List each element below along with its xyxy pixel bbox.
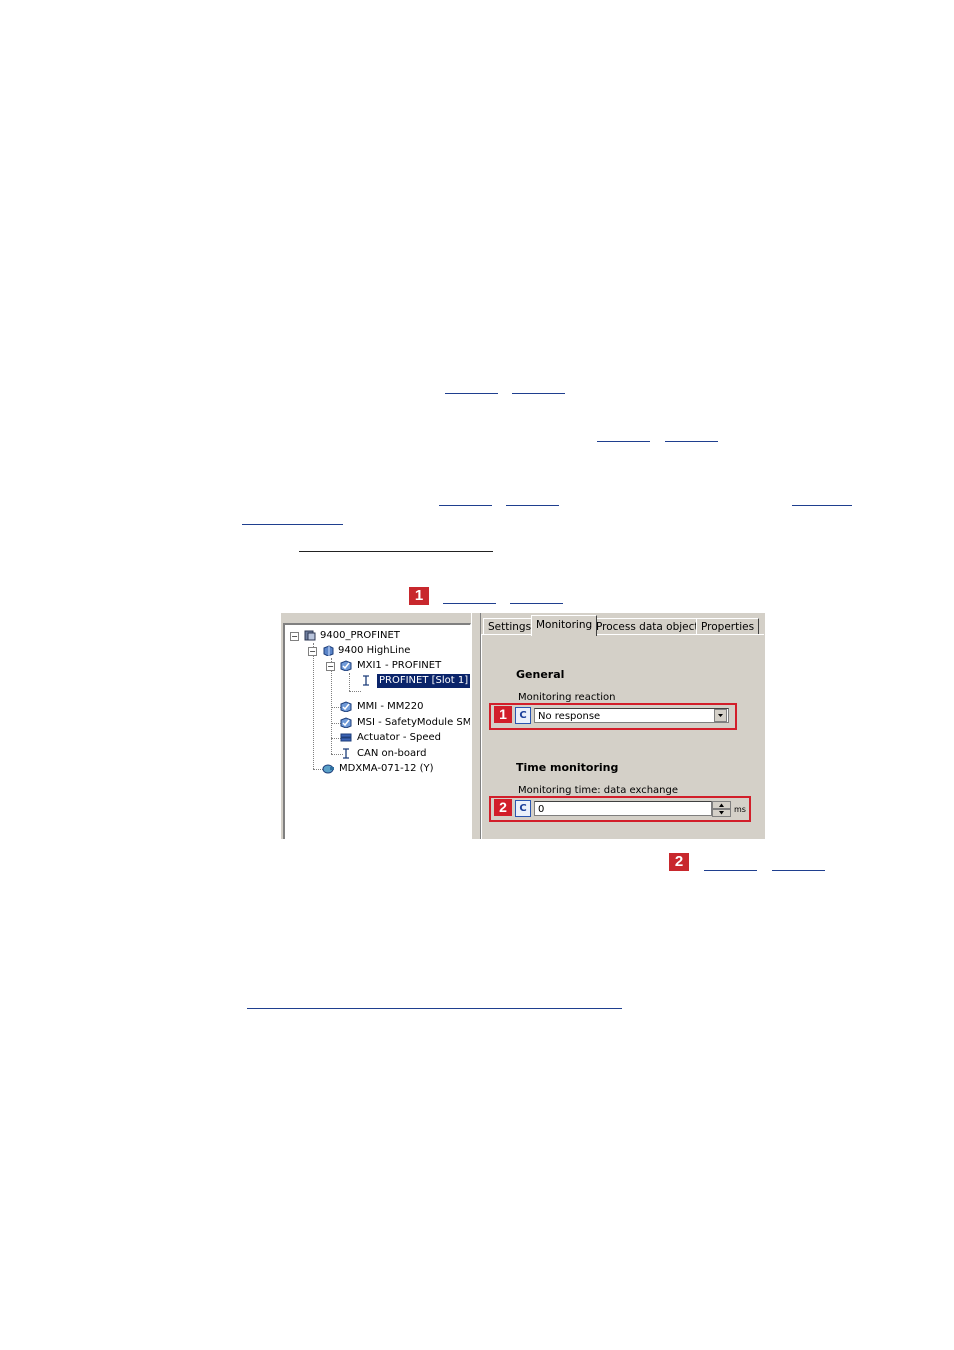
collapse-icon[interactable]: − [290,632,299,641]
tree-item-module[interactable]: PROFINET [Slot 1] [285,673,470,689]
frame-badge-2: 2 [494,799,512,816]
selected-tree-label: PROFINET [Slot 1] [375,673,470,689]
tree-item-motor[interactable]: MDXMA-071-12 (Y) [285,762,470,776]
link-underline[interactable] [242,524,343,525]
actuator-icon [340,733,352,742]
monitoring-time-input[interactable]: 0 [534,801,712,816]
link-underline[interactable] [704,870,757,871]
connector-icon [343,748,349,759]
time-monitoring-heading: Time monitoring [516,761,619,774]
tab-properties[interactable]: Properties [696,618,760,635]
project-tree[interactable]: − 9400_PROFINET − 9400 HighLine − MXI1 -… [283,623,471,839]
spin-down-button[interactable] [712,809,731,817]
module-check-icon [340,701,352,712]
arrow-down-icon [719,811,724,815]
monitoring-reaction-label: Monitoring reaction [518,692,616,703]
properties-pane: Settings Monitoring Process data objects… [480,613,765,839]
project-icon [304,630,316,641]
c-button[interactable]: C [515,707,531,724]
monitoring-reaction-select[interactable]: No response [534,708,729,723]
link-underline[interactable] [510,603,563,604]
tab-process-data-objects[interactable]: Process data objects [591,618,709,635]
module-check-icon [340,660,352,671]
motor-icon [322,764,334,774]
marker-badge-1: 1 [409,587,429,605]
tree-item-module[interactable]: Actuator - Speed [285,731,470,745]
link-underline[interactable] [597,441,650,442]
link-underline[interactable] [506,505,559,506]
tree-item-project[interactable]: − 9400_PROFINET [285,629,470,643]
general-heading: General [516,668,565,681]
monitoring-tab-body: General Monitoring reaction 1 C No respo… [481,634,764,839]
unit-label: ms [734,805,746,814]
tab-settings[interactable]: Settings [483,618,537,635]
collapse-icon[interactable]: − [308,647,317,656]
connector-icon [363,675,369,686]
link-underline[interactable] [439,505,492,506]
arrow-up-icon [719,803,724,807]
spin-up-button[interactable] [712,801,731,809]
link-underline[interactable] [247,1008,622,1009]
tree-item-module[interactable]: MMI - MM220 [285,700,470,714]
link-underline[interactable] [512,393,565,394]
tree-item-device[interactable]: − 9400 HighLine [285,644,470,658]
chevron-down-icon [718,714,723,717]
link-underline[interactable] [772,870,825,871]
link-underline[interactable] [299,551,493,552]
link-underline[interactable] [665,441,718,442]
link-underline[interactable] [445,393,498,394]
dropdown-button[interactable] [714,709,727,722]
marker-badge-2: 2 [669,853,689,871]
monitoring-time-label: Monitoring time: data exchange [518,785,679,796]
tree-item-module[interactable]: − MXI1 - PROFINET [285,659,470,673]
c-button[interactable]: C [515,800,531,817]
software-screenshot: − 9400_PROFINET − 9400 HighLine − MXI1 -… [281,613,765,839]
collapse-icon[interactable]: − [326,662,335,671]
tree-item-module[interactable]: CAN on-board [285,747,470,761]
link-underline[interactable] [443,603,496,604]
module-check-icon [340,717,352,728]
device-icon [323,645,334,656]
link-underline[interactable] [792,505,852,506]
tab-monitoring[interactable]: Monitoring [531,615,598,636]
frame-badge-1: 1 [494,706,512,723]
tree-item-module[interactable]: MSI - SafetyModule SM [285,716,470,730]
